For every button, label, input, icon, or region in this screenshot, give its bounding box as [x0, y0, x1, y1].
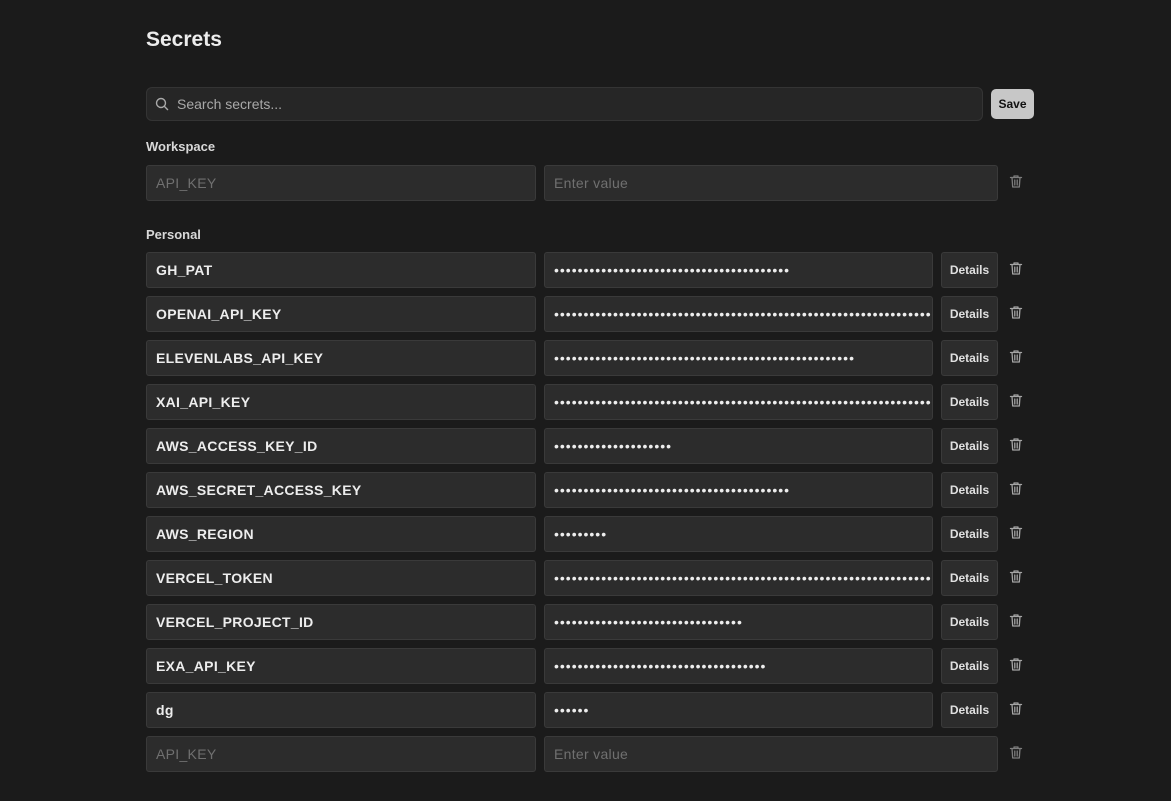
- secret-row: Details: [146, 252, 1046, 288]
- trash-icon: [1009, 525, 1023, 543]
- details-button[interactable]: Details: [941, 604, 998, 640]
- secret-key-input[interactable]: [146, 252, 536, 288]
- trash-icon: [1009, 701, 1023, 719]
- search-bar[interactable]: [146, 87, 983, 121]
- secret-row: Details: [146, 604, 1046, 640]
- trash-icon: [1009, 657, 1023, 675]
- secret-row: Details: [146, 472, 1046, 508]
- delete-button[interactable]: [1006, 392, 1026, 412]
- secret-row: Details: [146, 428, 1046, 464]
- workspace-new-value-input[interactable]: [544, 165, 998, 201]
- details-button[interactable]: Details: [941, 252, 998, 288]
- search-input[interactable]: [177, 88, 982, 120]
- details-button[interactable]: Details: [941, 384, 998, 420]
- secret-key-input[interactable]: [146, 384, 536, 420]
- search-icon: [147, 88, 177, 120]
- secret-key-input[interactable]: [146, 604, 536, 640]
- personal-section-label: Personal: [146, 227, 201, 242]
- secret-value-input[interactable]: [544, 384, 933, 420]
- secret-value-input[interactable]: [544, 604, 933, 640]
- secret-row: Details: [146, 692, 1046, 728]
- secret-value-input[interactable]: [544, 516, 933, 552]
- secret-row: Details: [146, 384, 1046, 420]
- details-button[interactable]: Details: [941, 560, 998, 596]
- workspace-new-secret-row: [146, 165, 1046, 201]
- secret-key-input[interactable]: [146, 560, 536, 596]
- secret-value-input[interactable]: [544, 252, 933, 288]
- secret-key-input[interactable]: [146, 428, 536, 464]
- secret-value-input[interactable]: [544, 692, 933, 728]
- secret-value-input[interactable]: [544, 560, 933, 596]
- details-button[interactable]: Details: [941, 296, 998, 332]
- delete-button[interactable]: [1006, 348, 1026, 368]
- delete-button[interactable]: [1006, 304, 1026, 324]
- secret-row: Details: [146, 560, 1046, 596]
- details-button[interactable]: Details: [941, 516, 998, 552]
- secret-value-input[interactable]: [544, 648, 933, 684]
- personal-new-value-input[interactable]: [544, 736, 998, 772]
- secret-key-input[interactable]: [146, 340, 536, 376]
- secret-key-input[interactable]: [146, 472, 536, 508]
- delete-button[interactable]: [1006, 524, 1026, 544]
- secret-row: Details: [146, 296, 1046, 332]
- secret-value-input[interactable]: [544, 428, 933, 464]
- secret-row: Details: [146, 340, 1046, 376]
- trash-icon: [1009, 613, 1023, 631]
- personal-new-key-input[interactable]: [146, 736, 536, 772]
- trash-icon: [1009, 481, 1023, 499]
- secret-key-input[interactable]: [146, 516, 536, 552]
- details-button[interactable]: Details: [941, 692, 998, 728]
- delete-button[interactable]: [1006, 612, 1026, 632]
- details-button[interactable]: Details: [941, 428, 998, 464]
- delete-button[interactable]: [1006, 568, 1026, 588]
- workspace-new-key-input[interactable]: [146, 165, 536, 201]
- delete-button[interactable]: [1006, 700, 1026, 720]
- secret-value-input[interactable]: [544, 340, 933, 376]
- trash-icon: [1009, 349, 1023, 367]
- trash-icon: [1009, 569, 1023, 587]
- secret-value-input[interactable]: [544, 472, 933, 508]
- details-button[interactable]: Details: [941, 340, 998, 376]
- secret-row: Details: [146, 648, 1046, 684]
- details-button[interactable]: Details: [941, 648, 998, 684]
- personal-new-secret-row: [146, 736, 1046, 772]
- save-button[interactable]: Save: [991, 89, 1034, 119]
- trash-icon: [1009, 261, 1023, 279]
- delete-button[interactable]: [1006, 656, 1026, 676]
- secrets-page: Secrets Save Workspace: [0, 0, 1171, 801]
- secret-row: Details: [146, 516, 1046, 552]
- secret-key-input[interactable]: [146, 648, 536, 684]
- trash-icon: [1009, 174, 1023, 192]
- workspace-section-label: Workspace: [146, 139, 216, 154]
- delete-button[interactable]: [1006, 436, 1026, 456]
- delete-button[interactable]: [1006, 260, 1026, 280]
- trash-icon: [1009, 437, 1023, 455]
- secret-key-input[interactable]: [146, 296, 536, 332]
- page-title: Secrets: [146, 28, 222, 51]
- trash-icon: [1009, 305, 1023, 323]
- secret-key-input[interactable]: [146, 692, 536, 728]
- personal-new-delete-button[interactable]: [1006, 744, 1026, 764]
- trash-icon: [1009, 393, 1023, 411]
- trash-icon: [1009, 745, 1023, 763]
- secret-value-input[interactable]: [544, 296, 933, 332]
- details-button[interactable]: Details: [941, 472, 998, 508]
- delete-button[interactable]: [1006, 480, 1026, 500]
- workspace-new-delete-button[interactable]: [1006, 173, 1026, 193]
